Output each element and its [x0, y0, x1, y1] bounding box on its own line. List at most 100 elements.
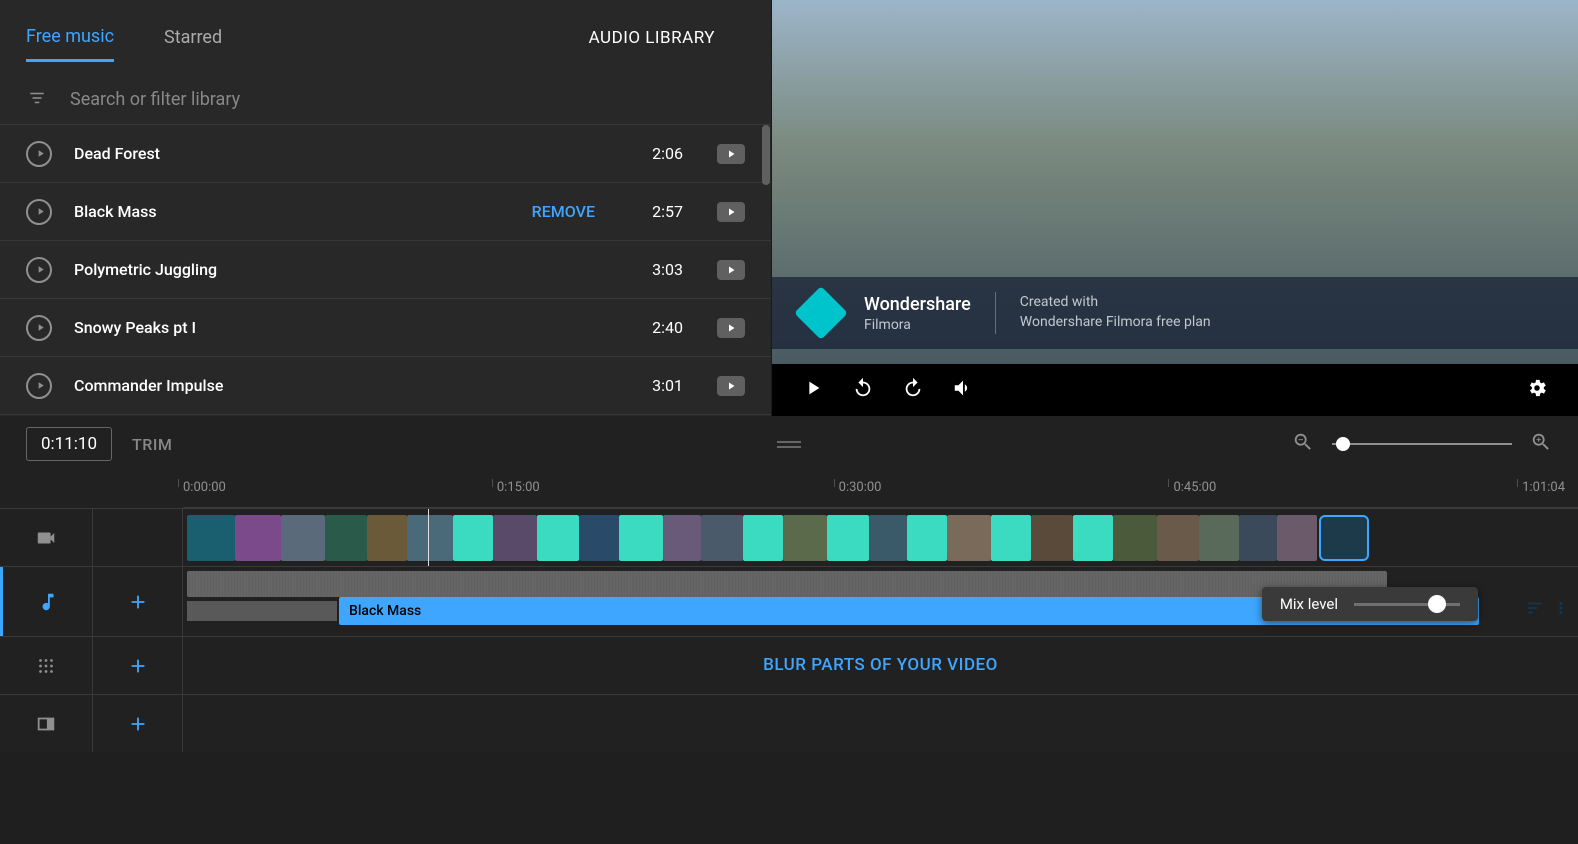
video-clip[interactable]	[407, 515, 453, 561]
audio-track-content[interactable]: Black Mass Mix level	[183, 567, 1578, 636]
trim-button[interactable]: TRIM	[132, 435, 172, 454]
watermark-subtitle: Filmora	[864, 317, 971, 333]
watermark-credit-line2: Wondershare Filmora free plan	[1020, 313, 1211, 333]
mix-level-slider[interactable]	[1354, 603, 1460, 606]
audio-track-icon[interactable]	[0, 567, 93, 636]
video-track-content[interactable]	[183, 509, 1578, 566]
play-icon[interactable]	[802, 377, 824, 403]
search-input[interactable]	[70, 89, 745, 110]
scrollbar[interactable]	[762, 125, 770, 185]
video-clip[interactable]	[537, 515, 579, 561]
endscreen-track-icon[interactable]	[0, 695, 93, 752]
youtube-icon[interactable]	[717, 202, 745, 222]
add-audio-button[interactable]	[93, 567, 183, 636]
video-clip[interactable]	[907, 515, 947, 561]
video-clip[interactable]	[701, 515, 743, 561]
track-row[interactable]: Polymetric Juggling 3:03	[0, 241, 771, 299]
blur-cta-label[interactable]: BLUR PARTS OF YOUR VIDEO	[763, 655, 998, 675]
current-time-box[interactable]: 0:11:10	[26, 427, 112, 461]
video-clip[interactable]	[281, 515, 325, 561]
video-clip[interactable]	[579, 515, 619, 561]
play-icon[interactable]	[26, 141, 52, 167]
remove-button[interactable]: REMOVE	[532, 202, 595, 221]
video-clip[interactable]	[325, 515, 367, 561]
play-icon[interactable]	[26, 315, 52, 341]
zoom-slider-thumb[interactable]	[1336, 437, 1350, 451]
video-clip[interactable]	[619, 515, 663, 561]
add-endscreen-button[interactable]	[93, 695, 183, 752]
video-clip[interactable]	[1113, 515, 1157, 561]
blur-track-content[interactable]: BLUR PARTS OF YOUR VIDEO	[183, 637, 1578, 694]
forward-10-icon[interactable]	[902, 377, 924, 403]
add-blur-button[interactable]	[93, 637, 183, 694]
youtube-icon[interactable]	[717, 260, 745, 280]
video-clip[interactable]	[743, 515, 783, 561]
mix-level-label: Mix level	[1280, 595, 1338, 613]
blur-track-icon[interactable]	[0, 637, 93, 694]
youtube-icon[interactable]	[717, 318, 745, 338]
preview-controls	[772, 364, 1578, 416]
mix-slider-thumb[interactable]	[1428, 595, 1446, 613]
audio-waveform-clip-pre	[187, 601, 337, 621]
video-clip[interactable]	[783, 515, 827, 561]
tab-free-music[interactable]: Free music	[26, 14, 114, 62]
library-tabs: Free music Starred AUDIO LIBRARY	[0, 0, 771, 75]
video-clip[interactable]	[663, 515, 701, 561]
video-clip[interactable]	[827, 515, 869, 561]
track-name: Black Mass	[74, 202, 510, 221]
track-row[interactable]: Commander Impulse 3:01	[0, 357, 771, 415]
video-clip-end[interactable]	[1319, 515, 1369, 561]
video-clip[interactable]	[235, 515, 281, 561]
video-clip[interactable]	[1277, 515, 1317, 561]
endscreen-track-content[interactable]	[183, 695, 1578, 752]
audio-library-panel: Free music Starred AUDIO LIBRARY Dead Fo…	[0, 0, 772, 416]
play-icon[interactable]	[26, 199, 52, 225]
track-row[interactable]: Snowy Peaks pt I 2:40	[0, 299, 771, 357]
play-icon[interactable]	[26, 257, 52, 283]
video-clip[interactable]	[453, 515, 493, 561]
zoom-in-icon[interactable]	[1530, 431, 1552, 457]
video-clip[interactable]	[1031, 515, 1073, 561]
clip-more-icon[interactable]	[1552, 599, 1570, 621]
video-clip[interactable]	[1199, 515, 1239, 561]
video-clip[interactable]	[493, 515, 537, 561]
clip-adjust-icon[interactable]	[1526, 599, 1544, 621]
panel-resize-handle[interactable]	[777, 441, 801, 448]
tab-starred[interactable]: Starred	[164, 15, 222, 60]
timeline-ruler[interactable]: 0:00:000:15:000:30:000:45:001:01:04	[183, 472, 1578, 508]
library-title: AUDIO LIBRARY	[589, 28, 715, 48]
track-name: Snowy Peaks pt I	[74, 318, 609, 337]
track-row[interactable]: Black Mass REMOVE 2:57	[0, 183, 771, 241]
watermark-title: Wondershare	[864, 294, 971, 315]
zoom-out-icon[interactable]	[1292, 431, 1314, 457]
video-clip[interactable]	[1239, 515, 1277, 561]
video-clip[interactable]	[1157, 515, 1199, 561]
video-clips-strip[interactable]	[183, 515, 1578, 561]
track-row[interactable]: Dead Forest 2:06	[0, 125, 771, 183]
track-name: Dead Forest	[74, 144, 609, 163]
video-clip[interactable]	[869, 515, 907, 561]
video-clip[interactable]	[367, 515, 407, 561]
video-track-icon[interactable]	[0, 509, 93, 566]
watermark-credit-line1: Created with	[1020, 293, 1211, 313]
track-list: Dead Forest 2:06 Black Mass REMOVE 2:57 …	[0, 125, 771, 416]
zoom-slider[interactable]	[1332, 443, 1512, 445]
video-preview[interactable]: Wondershare Filmora Created with Wonders…	[772, 0, 1578, 364]
filter-icon[interactable]	[26, 89, 48, 111]
youtube-icon[interactable]	[717, 144, 745, 164]
rewind-10-icon[interactable]	[852, 377, 874, 403]
audio-waveform-original[interactable]	[187, 571, 1387, 597]
volume-icon[interactable]	[952, 377, 974, 403]
youtube-icon[interactable]	[717, 376, 745, 396]
ruler-mark: 1:01:04	[1522, 480, 1565, 495]
playhead[interactable]	[428, 509, 429, 566]
endscreen-track	[0, 694, 1578, 752]
video-clip[interactable]	[991, 515, 1031, 561]
play-icon[interactable]	[26, 373, 52, 399]
settings-icon[interactable]	[1526, 377, 1548, 403]
video-clip[interactable]	[947, 515, 991, 561]
video-clip[interactable]	[1073, 515, 1113, 561]
filmora-logo-icon	[794, 286, 848, 340]
video-clip[interactable]	[187, 515, 235, 561]
track-name: Polymetric Juggling	[74, 260, 609, 279]
